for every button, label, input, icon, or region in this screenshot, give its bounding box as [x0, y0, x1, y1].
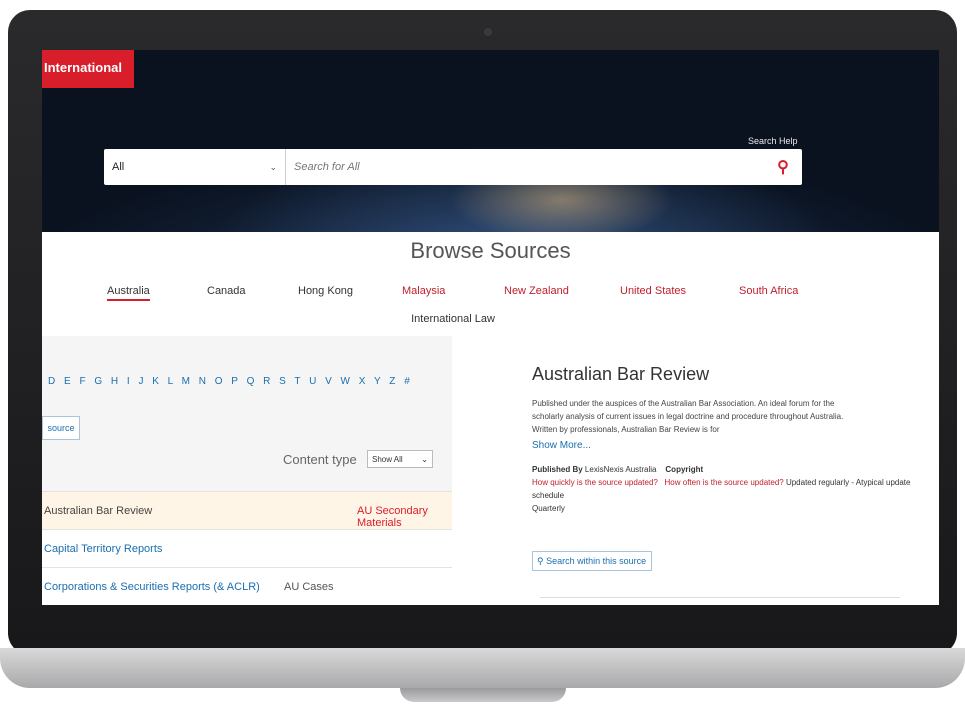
source-type: AU Secondary Materials	[357, 505, 428, 529]
copyright-label: Copyright	[665, 465, 704, 474]
search-within-button[interactable]: ⚲ Search within this source	[532, 551, 652, 571]
tab-united-states[interactable]: United States	[620, 285, 686, 297]
hero-banner: International Search Help All ⌄ ⚲	[42, 50, 939, 232]
search-icon[interactable]: ⚲	[764, 149, 802, 185]
tab-hong-kong[interactable]: Hong Kong	[298, 285, 353, 297]
how-quickly-value: Quarterly	[532, 504, 565, 513]
source-name[interactable]: Capital Territory Reports	[44, 543, 162, 555]
search-input[interactable]	[286, 150, 764, 184]
search-help-link[interactable]: Search Help	[748, 136, 798, 146]
search-scope-value: All	[112, 161, 125, 173]
content-type-label: Content type	[283, 452, 357, 467]
table-row[interactable]: Corporations & Securities Reports (& ACL…	[42, 567, 452, 605]
tab-australia[interactable]: Australia	[107, 285, 150, 301]
source-button[interactable]: source	[42, 416, 80, 440]
source-name: Australian Bar Review	[44, 505, 153, 517]
published-by-label: Published By	[532, 465, 583, 474]
chevron-down-icon: ⌄	[269, 161, 277, 172]
table-row[interactable]: Australian Bar Review AU Secondary Mater…	[42, 491, 452, 530]
source-type: AU Cases	[284, 581, 334, 593]
tab-new-zealand[interactable]: New Zealand	[504, 285, 569, 297]
tab-canada[interactable]: Canada	[207, 285, 246, 297]
laptop-base	[0, 648, 965, 688]
published-by-value: LexisNexis Australia	[584, 465, 657, 474]
screen: International Search Help All ⌄ ⚲ Browse…	[42, 50, 939, 605]
laptop-notch	[400, 688, 566, 702]
content-type-select[interactable]: Show All ⌄	[367, 450, 433, 468]
chevron-down-icon: ⌄	[421, 454, 428, 464]
tab-south-africa[interactable]: South Africa	[739, 285, 798, 297]
source-list-panel: D E F G H I J K L M N O P Q R S T U V W …	[42, 336, 452, 605]
search-within-label: Search within this source	[546, 556, 647, 566]
source-name[interactable]: Corporations & Securities Reports (& ACL…	[44, 581, 260, 593]
tab-malaysia[interactable]: Malaysia	[402, 285, 445, 297]
country-tabs: Australia Canada Hong Kong Malaysia New …	[92, 285, 932, 301]
content-type-value: Show All	[372, 454, 403, 464]
search-scope-select[interactable]: All ⌄	[104, 149, 286, 185]
detail-title: Australian Bar Review	[532, 364, 710, 384]
page-title: Browse Sources	[410, 238, 571, 263]
source-detail: Australian Bar Review Published under th…	[532, 364, 932, 571]
how-quickly-label: How quickly is the source updated?	[532, 478, 658, 487]
alphabet-filter[interactable]: D E F G H I J K L M N O P Q R S T U V W …	[48, 376, 413, 387]
detail-description: Published under the auspices of the Aust…	[532, 399, 844, 434]
divider	[540, 597, 900, 598]
how-often-label: How often is the source updated?	[664, 478, 784, 487]
detail-meta: Published By LexisNexis Australia Copyri…	[532, 463, 932, 515]
camera-dot	[484, 28, 492, 36]
brand-logo[interactable]: International	[42, 50, 134, 88]
table-row[interactable]: Capital Territory Reports	[42, 529, 452, 568]
search-bar: All ⌄ ⚲	[104, 149, 802, 185]
show-more-link[interactable]: Show More...	[532, 440, 932, 451]
search-icon: ⚲	[537, 555, 547, 566]
tab-international-law[interactable]: International Law	[42, 313, 864, 325]
